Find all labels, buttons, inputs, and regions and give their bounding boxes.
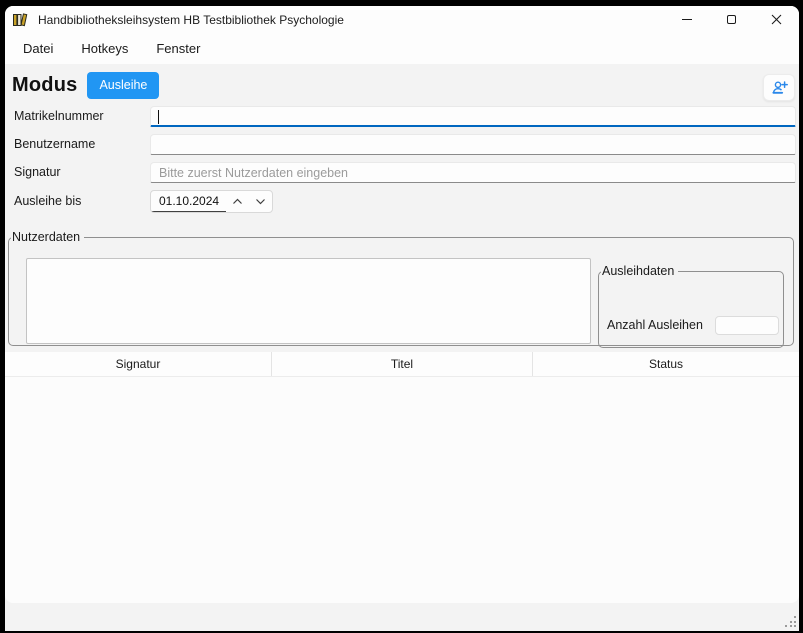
matrikelnummer-label: Matrikelnummer [14, 106, 104, 127]
menu-bar: Datei Hotkeys Fenster [5, 33, 799, 64]
ausleihe-bis-label: Ausleihe bis [14, 191, 81, 212]
nutzerdaten-legend: Nutzerdaten [11, 230, 84, 244]
app-window: Handbibliotheksleihsystem HB Testbibliot… [5, 6, 799, 631]
table-body-empty [5, 377, 799, 603]
menu-hotkeys[interactable]: Hotkeys [67, 35, 142, 62]
resize-grip[interactable] [785, 616, 797, 628]
person-add-icon [771, 80, 788, 96]
date-decrement-button[interactable] [249, 191, 272, 212]
add-user-button[interactable] [763, 74, 795, 101]
ausleihe-bis-value[interactable]: 01.10.2024 [151, 191, 226, 212]
ausleihe-bis-datepicker[interactable]: 01.10.2024 [150, 190, 273, 213]
maximize-button[interactable] [709, 6, 754, 33]
books-icon [12, 12, 28, 28]
anzahl-ausleihen-row: Anzahl Ausleihen [607, 316, 777, 336]
text-cursor [158, 110, 159, 124]
window-controls [664, 6, 799, 33]
nutzerdaten-textarea[interactable] [26, 258, 591, 344]
mode-title: Modus [12, 74, 77, 97]
window-title: Handbibliotheksleihsystem HB Testbibliot… [38, 13, 344, 27]
nutzerdaten-group: Nutzerdaten Ausleihdaten Anzahl Ausleihe… [8, 230, 794, 346]
ausleihe-mode-button[interactable]: Ausleihe [87, 72, 159, 99]
column-header-signatur[interactable]: Signatur [5, 352, 272, 376]
screenshot-frame: Handbibliotheksleihsystem HB Testbibliot… [0, 0, 803, 633]
ausleihdaten-group: Ausleihdaten Anzahl Ausleihen [598, 264, 784, 348]
close-icon [771, 14, 782, 25]
anzahl-ausleihen-input[interactable] [715, 316, 779, 335]
mode-row: Modus Ausleihe [12, 70, 159, 100]
table-header: Signatur Titel Status [5, 352, 799, 377]
signatur-input[interactable] [150, 162, 796, 183]
signatur-label: Signatur [14, 162, 61, 183]
title-bar: Handbibliotheksleihsystem HB Testbibliot… [5, 6, 799, 33]
chevron-up-icon [232, 198, 243, 205]
minimize-button[interactable] [664, 6, 709, 33]
chevron-down-icon [255, 198, 266, 205]
minimize-icon [682, 19, 692, 20]
anzahl-ausleihen-label: Anzahl Ausleihen [607, 318, 703, 332]
date-increment-button[interactable] [226, 191, 249, 212]
benutzername-input[interactable] [150, 134, 796, 155]
menu-fenster[interactable]: Fenster [142, 35, 214, 62]
ausleihdaten-legend: Ausleihdaten [601, 264, 678, 278]
matrikelnummer-input[interactable] [150, 106, 796, 127]
benutzername-label: Benutzername [14, 134, 95, 155]
column-header-titel[interactable]: Titel [272, 352, 533, 376]
close-button[interactable] [754, 6, 799, 33]
maximize-icon [727, 15, 736, 24]
column-header-status[interactable]: Status [533, 352, 799, 376]
menu-datei[interactable]: Datei [9, 35, 67, 62]
